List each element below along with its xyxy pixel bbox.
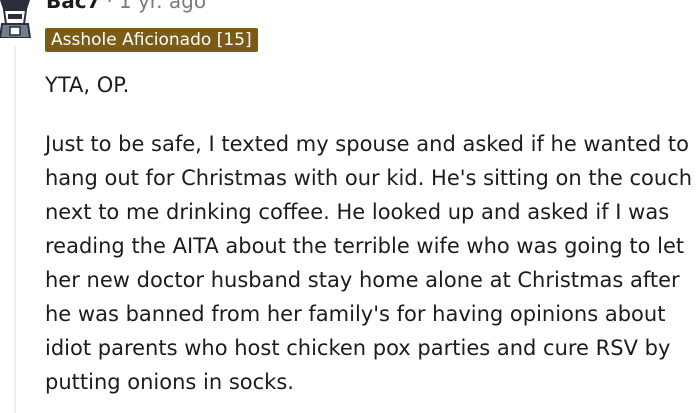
timestamp-link[interactable]: 1 yr. ago: [119, 0, 206, 13]
meta-separator: ·: [106, 0, 113, 13]
comment-paragraph: Just to be safe, I texted my spouse and …: [45, 132, 693, 394]
user-flair: Asshole Aficionado [15]: [45, 28, 258, 52]
comment: Bac7 · 1 yr. ago Asshole Aficionado [15]…: [0, 0, 700, 413]
comment-meta: Bac7 · 1 yr. ago: [46, 0, 206, 13]
comment-paragraph: YTA, OP.: [45, 73, 130, 97]
thread-line[interactable]: [14, 46, 16, 413]
comment-body: YTA, OP. Just to be safe, I texted my sp…: [45, 68, 695, 399]
user-avatar-icon[interactable]: [0, 0, 34, 39]
username-link[interactable]: Bac7: [46, 0, 101, 13]
